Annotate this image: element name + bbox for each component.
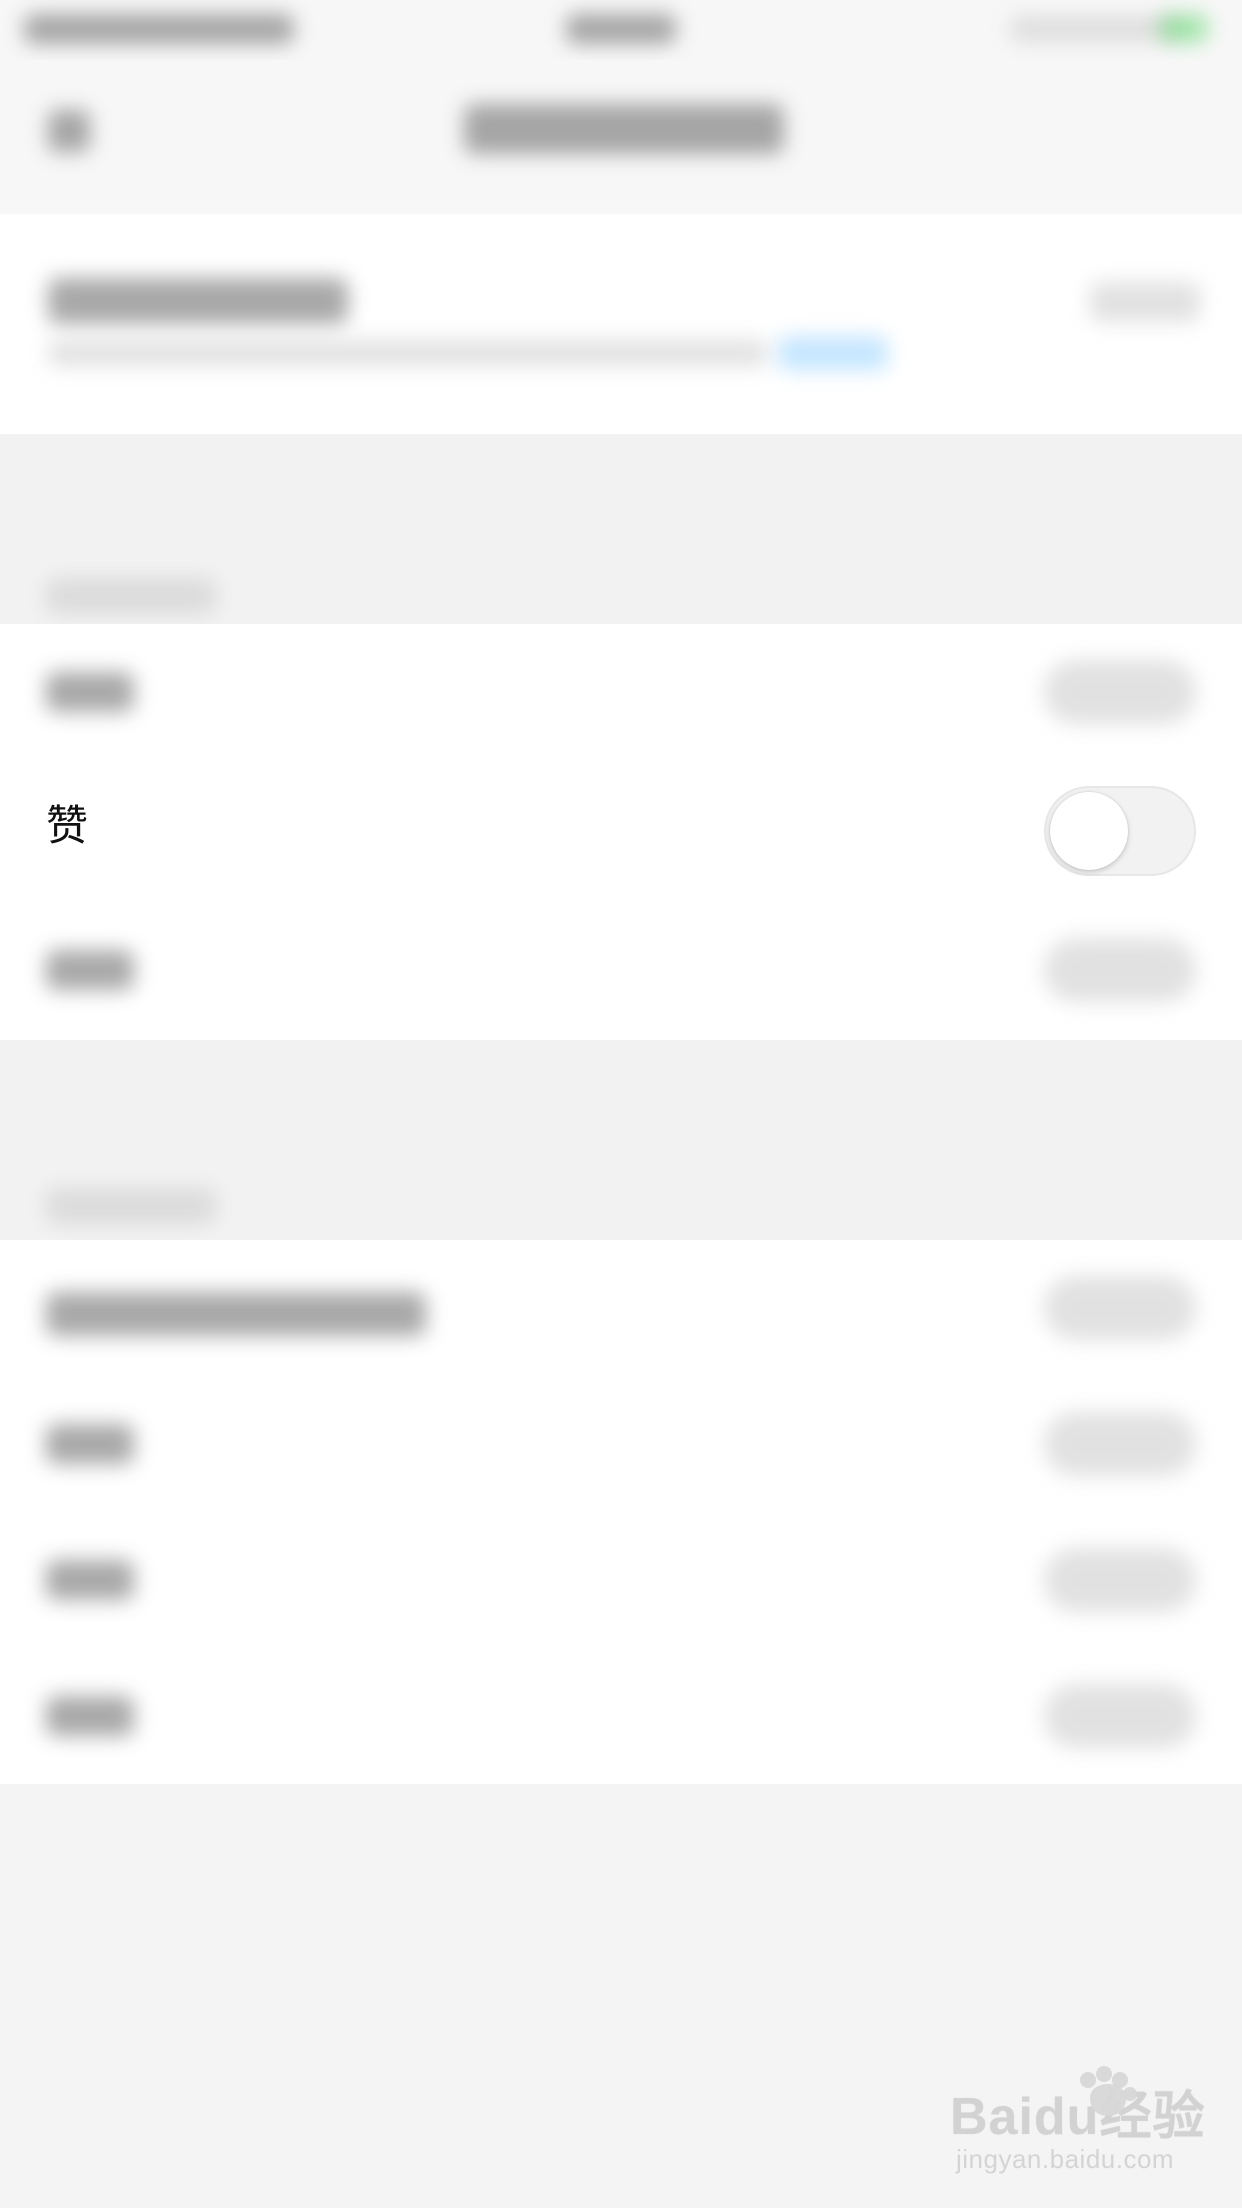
settings-row-1-label-blur [46, 672, 134, 712]
like-toggle[interactable] [1044, 786, 1196, 876]
section-header-1-blur [46, 578, 216, 614]
settings-row-4[interactable] [0, 1240, 1242, 1376]
chevron-left-icon[interactable] [48, 110, 90, 152]
settings-row-7-toggle-blur[interactable] [1044, 1684, 1196, 1748]
status-bar-left-blur [24, 14, 294, 44]
top-card-subtitle-blur [48, 340, 768, 366]
settings-row-4-toggle-blur[interactable] [1044, 1276, 1196, 1340]
battery-icon [1160, 14, 1208, 42]
top-card-action-blur[interactable] [1090, 282, 1200, 322]
settings-row-6-label-blur [46, 1560, 134, 1600]
top-card-link-blur[interactable] [778, 336, 888, 370]
settings-row-6-toggle-blur[interactable] [1044, 1548, 1196, 1612]
settings-row-3-toggle-blur[interactable] [1044, 938, 1196, 1002]
toggle-knob [1050, 792, 1128, 870]
settings-row-5-label-blur [46, 1424, 134, 1464]
settings-row-7[interactable] [0, 1648, 1242, 1784]
settings-row-7-label-blur [46, 1696, 134, 1736]
settings-row-5[interactable] [0, 1376, 1242, 1512]
settings-section-2 [0, 1240, 1242, 1784]
settings-row-3-label-blur [46, 950, 134, 990]
watermark: Baidu经验 jingyan.baidu.com [950, 2066, 1210, 2188]
navigation-bar [0, 60, 1242, 214]
settings-row-6[interactable] [0, 1512, 1242, 1648]
section-header-2-blur [46, 1188, 216, 1224]
baidu-paw-icon [1080, 2066, 1137, 2116]
settings-row-5-toggle-blur[interactable] [1044, 1412, 1196, 1476]
top-card-title-blur [48, 278, 348, 324]
top-card [0, 214, 1242, 434]
settings-row-4-label-blur [46, 1292, 426, 1336]
status-bar-center-blur [566, 14, 676, 44]
app-screen: 赞 Baidu经验 jingyan.baidu.com [0, 0, 1242, 2208]
watermark-sub: jingyan.baidu.com [956, 2144, 1175, 2174]
status-bar-right-blur [1010, 16, 1180, 42]
like-label: 赞 [46, 801, 89, 850]
settings-row-1[interactable] [0, 624, 1242, 760]
settings-row-3[interactable] [0, 902, 1242, 1038]
page-title-blur [464, 104, 784, 154]
settings-row-1-toggle-blur[interactable] [1044, 660, 1196, 724]
status-bar [0, 0, 1242, 60]
